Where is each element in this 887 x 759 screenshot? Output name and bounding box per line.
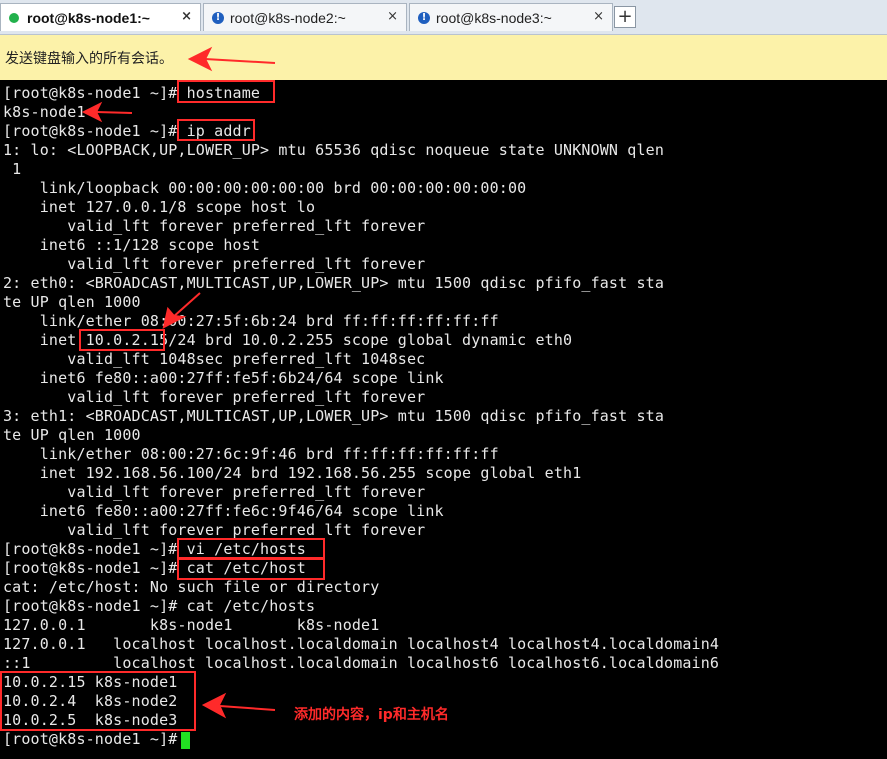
- banner-arrow-icon: [204, 58, 276, 64]
- hostname-arrow-icon: [95, 111, 133, 114]
- annotation-note: 添加的内容，ip和主机名: [294, 707, 449, 723]
- ip-arrow-icon: [171, 292, 201, 319]
- annotation-arrows: [81, 46, 276, 719]
- hosts-arrow-icon: [219, 705, 276, 711]
